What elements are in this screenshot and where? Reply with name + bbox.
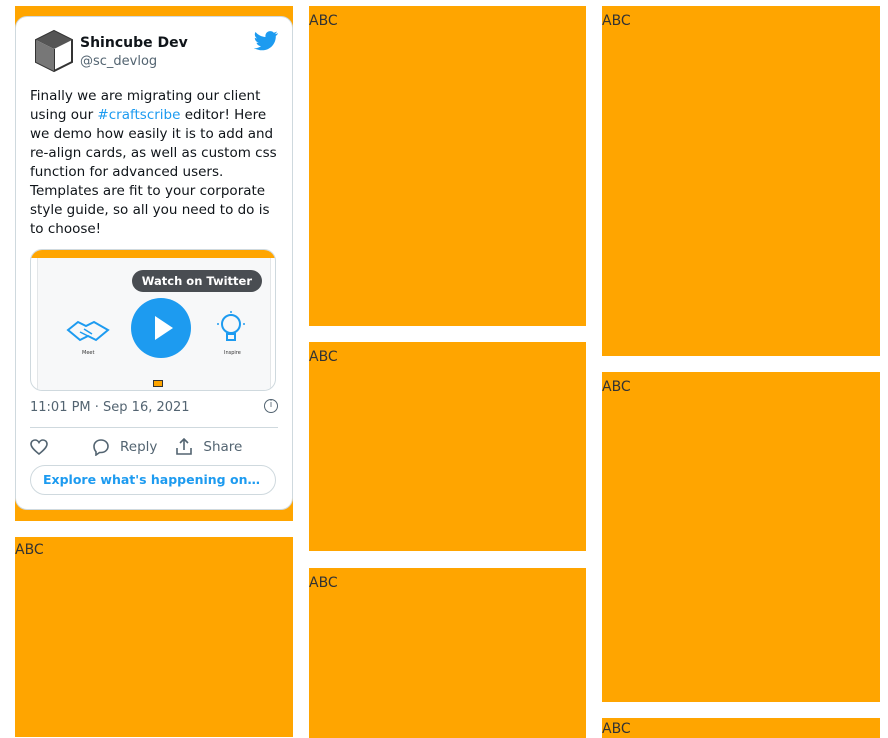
card-label: ABC bbox=[309, 13, 338, 29]
share-button[interactable]: Share bbox=[175, 438, 242, 456]
card-col2-2: ABC bbox=[309, 342, 586, 551]
explore-button[interactable]: Explore what's happening on T... bbox=[30, 465, 276, 495]
reply-icon bbox=[93, 439, 109, 456]
tweet-text-after: editor! Here we demo how easily it is to… bbox=[30, 107, 277, 237]
media-top-band bbox=[31, 250, 275, 258]
tweet-hashtag-link[interactable]: #craftscribe bbox=[97, 107, 180, 123]
card-label: ABC bbox=[602, 379, 631, 395]
media-caption-inspire: Inspire bbox=[224, 350, 241, 356]
twitter-bird-icon[interactable] bbox=[254, 31, 278, 51]
card-col2-1: ABC bbox=[309, 6, 586, 326]
tweet-actions: Reply Share bbox=[30, 437, 260, 457]
watch-on-twitter-label[interactable]: Watch on Twitter bbox=[131, 270, 262, 292]
tweet-text: Finally we are migrating our client usin… bbox=[30, 87, 280, 239]
card-col3-1: ABC bbox=[602, 6, 880, 356]
card-col3-2: ABC bbox=[602, 372, 880, 702]
tweet-divider bbox=[30, 427, 278, 428]
card-label: ABC bbox=[602, 13, 631, 29]
tweet-embed[interactable]: Shincube Dev @sc_devlog Finally we are m… bbox=[15, 16, 293, 510]
card-label: ABC bbox=[602, 721, 631, 737]
like-button[interactable] bbox=[30, 439, 58, 455]
media-small-logo bbox=[153, 380, 163, 387]
media-caption-meet: Meet bbox=[82, 350, 95, 356]
card-col1-bottom: ABC bbox=[15, 537, 293, 737]
handshake-icon bbox=[66, 320, 110, 342]
card-col1-tweet: Shincube Dev @sc_devlog Finally we are m… bbox=[15, 6, 293, 521]
cube-logo-avatar[interactable] bbox=[34, 29, 74, 73]
tweet-video-thumbnail[interactable]: Meet Inspire Watch on Twitter bbox=[30, 249, 276, 391]
card-col3-3: ABC bbox=[602, 718, 880, 738]
lightbulb-icon bbox=[217, 311, 245, 341]
media-preview: Meet Inspire Watch on Twitter bbox=[37, 258, 271, 390]
share-icon bbox=[176, 438, 193, 455]
tweet-timestamp[interactable]: 11:01 PM · Sep 16, 2021 bbox=[30, 400, 190, 415]
card-col2-3: ABC bbox=[309, 568, 586, 738]
tweet-handle[interactable]: @sc_devlog bbox=[80, 54, 157, 69]
card-label: ABC bbox=[309, 575, 338, 591]
info-icon[interactable]: i bbox=[264, 399, 278, 413]
heart-icon bbox=[30, 439, 48, 455]
reply-button[interactable]: Reply bbox=[92, 438, 157, 456]
play-button[interactable] bbox=[131, 298, 191, 358]
card-label: ABC bbox=[15, 542, 44, 558]
card-label: ABC bbox=[309, 349, 338, 365]
reply-label: Reply bbox=[120, 439, 158, 455]
share-label: Share bbox=[203, 439, 243, 455]
tweet-display-name[interactable]: Shincube Dev bbox=[80, 35, 188, 51]
